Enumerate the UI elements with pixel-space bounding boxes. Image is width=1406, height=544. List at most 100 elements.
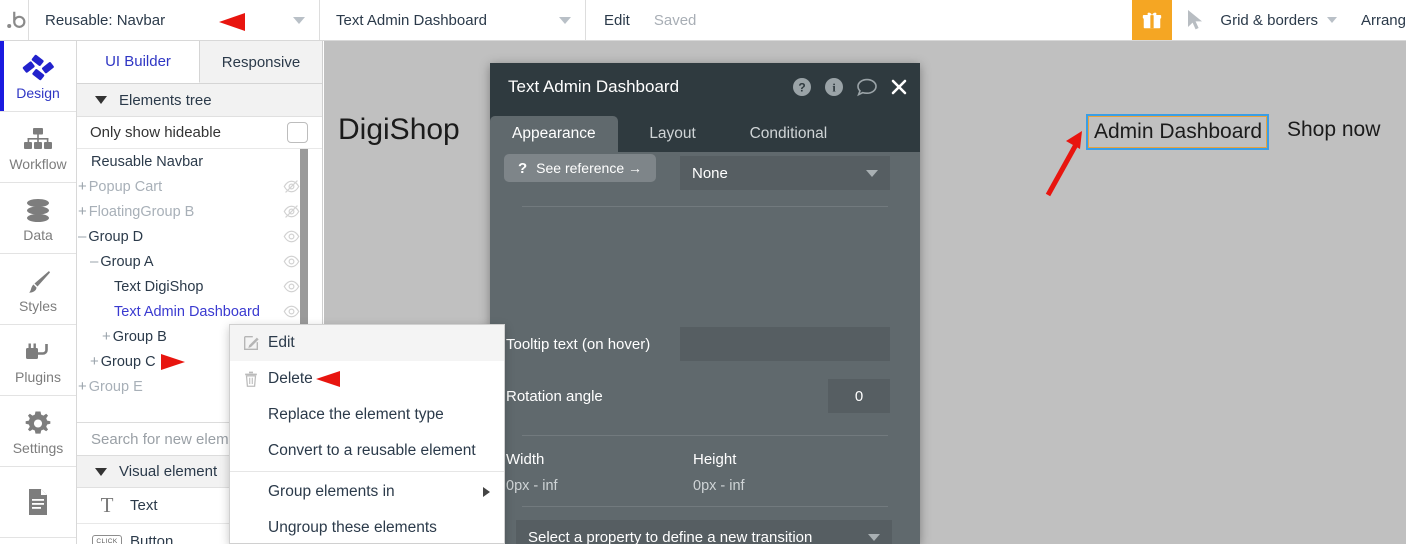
context-menu-item-edit[interactable]: Edit — [230, 325, 504, 361]
cursor-arrow-icon[interactable] — [1172, 0, 1220, 40]
tab-responsive[interactable]: Responsive — [200, 41, 322, 83]
tree-item-label: Reusable Navbar — [91, 153, 204, 170]
only-show-hideable-row[interactable]: Only show hideable — [77, 117, 322, 149]
canvas-text-admin-dashboard-selected[interactable]: Admin Dashboard — [1086, 114, 1270, 150]
eye-visible-icon[interactable] — [283, 303, 300, 320]
sidebar-item-styles[interactable]: Styles — [0, 254, 76, 325]
rotation-row: Rotation angle 0 — [490, 379, 920, 413]
search-new-element-placeholder: Search for new elem — [91, 430, 229, 448]
sidebar-item-label: Plugins — [15, 368, 61, 385]
canvas-text-shop-now[interactable]: Shop now — [1287, 118, 1380, 142]
tree-item-group-a[interactable]: – Group A — [77, 249, 322, 274]
gear-icon — [24, 407, 52, 437]
tree-item-label: Popup Cart — [88, 178, 163, 195]
edit-menu-button[interactable]: Edit — [586, 0, 644, 40]
expand-plus-icon[interactable]: + — [78, 203, 87, 220]
tree-item-label: Group C — [100, 353, 156, 370]
context-menu-item-replace-element-type[interactable]: Replace the element type — [230, 397, 504, 433]
sidebar-item-settings[interactable]: Settings — [0, 396, 76, 467]
rotation-input[interactable]: 0 — [828, 379, 890, 413]
sidebar-item-plugins[interactable]: Plugins — [0, 325, 76, 396]
sidebar-item-workflow[interactable]: Workflow — [0, 112, 76, 183]
brush-icon — [24, 265, 52, 295]
tab-ui-builder[interactable]: UI Builder — [77, 41, 200, 83]
divider — [522, 506, 888, 507]
annotation-arrow-tree — [161, 354, 185, 370]
tooltip-row: Tooltip text (on hover) — [490, 327, 920, 361]
tree-item-floatinggroup-b[interactable]: + FloatingGroup B — [77, 199, 322, 224]
see-reference-link[interactable]: ? See reference → — [504, 154, 657, 182]
eye-hidden-icon[interactable] — [283, 203, 300, 220]
expand-plus-icon[interactable]: + — [90, 353, 99, 370]
design-icon — [21, 52, 55, 82]
context-menu-item-convert-to-reusable[interactable]: Convert to a reusable element — [230, 433, 504, 469]
transition-select[interactable]: Select a property to define a new transi… — [516, 520, 892, 544]
canvas-text-digishop[interactable]: DigiShop — [338, 113, 460, 147]
eye-visible-icon[interactable] — [283, 253, 300, 270]
tree-item-label: Group D — [88, 228, 144, 245]
expand-plus-icon[interactable]: + — [78, 178, 87, 195]
sidebar-item-design[interactable]: Design — [0, 41, 76, 112]
help-circle-icon[interactable]: ? — [792, 77, 812, 97]
eye-visible-icon[interactable] — [283, 278, 300, 295]
property-editor: Text Admin Dashboard ? i Appearance Layo… — [490, 63, 920, 544]
sidebar-item-data[interactable]: Data — [0, 183, 76, 254]
property-editor-header-icons: ? i — [792, 77, 908, 97]
element-select[interactable]: Text Admin Dashboard — [320, 0, 585, 40]
grid-and-borders-dropdown[interactable]: Grid & borders — [1220, 0, 1343, 40]
tree-item-label: Text DigiShop — [114, 278, 204, 295]
close-icon[interactable] — [890, 78, 908, 96]
tab-layout[interactable]: Layout — [618, 116, 728, 152]
context-menu-item-label: Convert to a reusable element — [268, 442, 476, 459]
collapse-minus-icon[interactable]: – — [78, 228, 86, 245]
tree-item-group-d[interactable]: – Group D — [77, 224, 322, 249]
logs-icon — [25, 486, 51, 516]
tree-item-text-admin-dashboard[interactable]: Text Admin Dashboard — [77, 299, 322, 324]
property-editor-tabs: Appearance Layout Conditional — [490, 110, 920, 152]
tree-item-text-digishop[interactable]: Text DigiShop — [77, 274, 322, 299]
save-status: Saved — [653, 11, 697, 29]
elements-tree-label: Elements tree — [119, 91, 212, 109]
tooltip-input[interactable] — [680, 327, 890, 361]
reusable-select[interactable]: Reusable: Navbar — [29, 0, 319, 40]
text-T-icon: T — [100, 493, 114, 517]
expand-plus-icon[interactable]: + — [78, 378, 87, 395]
chevron-down-icon — [1326, 17, 1337, 23]
context-menu-item-ungroup[interactable]: Ungroup these elements — [230, 510, 504, 544]
eye-hidden-icon[interactable] — [283, 178, 300, 195]
context-menu-item-delete[interactable]: Delete — [230, 361, 504, 397]
height-value: 0px - inf — [693, 478, 745, 494]
workflow-icon — [23, 123, 53, 153]
elements-tree-header[interactable]: Elements tree — [77, 84, 322, 117]
chevron-down-icon — [95, 467, 107, 476]
arrange-menu[interactable]: Arrang — [1343, 0, 1406, 40]
shadow-style-select[interactable]: None — [680, 156, 890, 190]
tab-appearance[interactable]: Appearance — [490, 116, 618, 152]
context-menu: Edit Delete Replace the element type Con… — [229, 324, 505, 544]
eye-visible-icon[interactable] — [283, 228, 300, 245]
only-show-hideable-checkbox[interactable] — [287, 122, 308, 143]
collapse-minus-icon[interactable]: – — [90, 253, 98, 270]
expand-plus-icon[interactable]: + — [102, 328, 111, 345]
divider — [230, 471, 504, 472]
tree-item-label: Text Admin Dashboard — [114, 303, 260, 320]
tree-item-popup-cart[interactable]: + Popup Cart — [77, 174, 322, 199]
only-show-hideable-label: Only show hideable — [90, 124, 221, 141]
chat-bubble-icon[interactable] — [856, 77, 878, 97]
bubble-logo-icon[interactable] — [0, 0, 28, 40]
gift-icon[interactable] — [1132, 0, 1173, 40]
context-menu-item-group-elements-in[interactable]: Group elements in — [230, 474, 504, 510]
palette-item-label: Button — [130, 533, 174, 544]
info-circle-icon[interactable]: i — [824, 77, 844, 97]
context-menu-item-label: Edit — [268, 334, 295, 351]
click-button-icon: CLICK — [90, 535, 124, 544]
tree-item-reusable-navbar[interactable]: Reusable Navbar — [77, 149, 322, 174]
property-editor-title: Text Admin Dashboard — [508, 76, 680, 96]
width-value: 0px - inf — [506, 478, 558, 494]
database-icon — [24, 194, 52, 224]
sidebar-item-logs[interactable] — [0, 467, 76, 538]
tree-item-label: Group E — [88, 378, 143, 395]
tab-conditional[interactable]: Conditional — [728, 116, 850, 152]
sidebar-item-label: Styles — [18, 297, 58, 314]
sidebar-item-label: Settings — [12, 439, 64, 456]
